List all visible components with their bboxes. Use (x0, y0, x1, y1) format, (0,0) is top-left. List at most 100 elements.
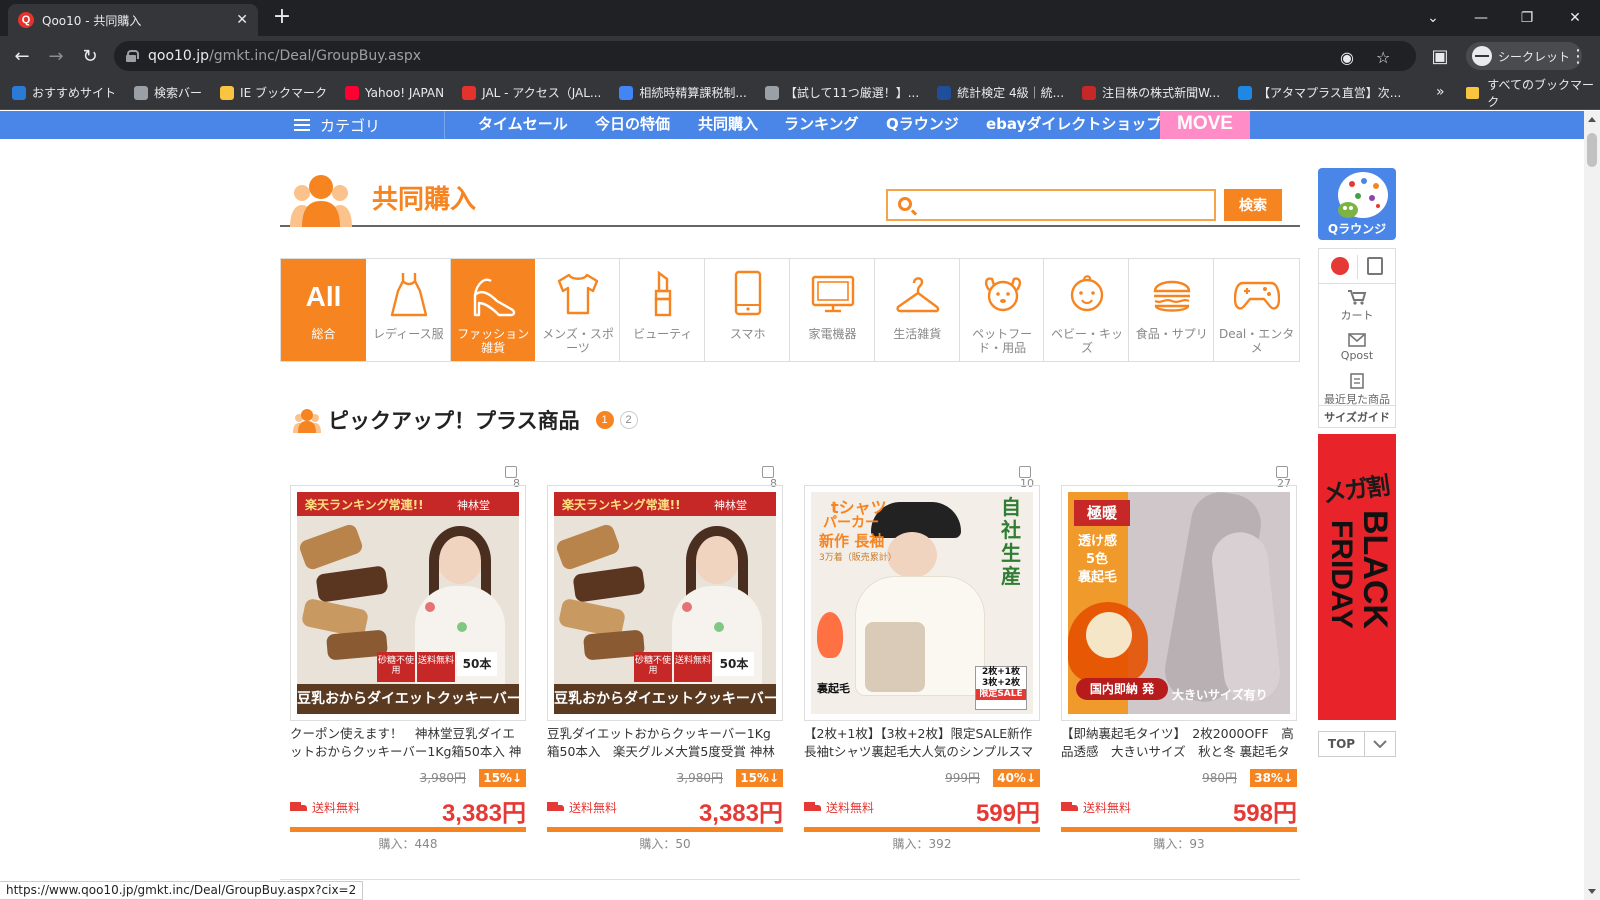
close-tab-icon[interactable]: ✕ (236, 12, 248, 28)
category-tab[interactable]: ペットフード・用品 (960, 259, 1045, 361)
category-tab[interactable]: メンズ・スポーツ (535, 259, 621, 361)
product-image-frame[interactable]: 楽天ランキング常連!! 神林堂 砂糖不使用 送料無料 50本 豆乳おからダイエットクッキー… (290, 485, 526, 721)
product-image-frame[interactable]: 極暖 透け感 5色 裏起毛 国内即納 発大きいサイズ有り (1061, 485, 1297, 721)
scroll-up-arrow-icon[interactable] (1588, 117, 1596, 122)
category-tab[interactable]: ベビー・キッズ (1044, 259, 1130, 361)
category-tab[interactable]: レディース服 (366, 259, 451, 361)
bookmark-item[interactable]: 統計検定 4級｜統... (937, 84, 1064, 101)
top-button[interactable]: TOP (1319, 732, 1365, 756)
category-menu-button[interactable]: カテゴリ (294, 111, 380, 139)
pickup-page-1[interactable]: 1 (595, 411, 614, 429)
bookmark-item[interactable]: 検索バー (134, 84, 202, 101)
product-image-frame[interactable]: tシャツ パーカー 新作 長袖 3万着（販売累計） 自社生産 裏起毛 2枚+1枚 3枚+2枚限… (804, 485, 1040, 721)
globe-icon (764, 85, 779, 100)
qlounge-button[interactable]: Qラウンジ (1318, 168, 1396, 240)
moneybag-icon[interactable] (1331, 257, 1349, 275)
bookmark-item[interactable]: 【試して11つ厳選！】... (764, 84, 920, 101)
heel-icon (473, 278, 515, 317)
chevron-down-icon[interactable] (1365, 732, 1395, 756)
category-tab[interactable]: All 総合 (281, 259, 366, 361)
pickup-page-2[interactable]: 2 (619, 411, 638, 429)
page-scrollbar[interactable] (1584, 111, 1600, 900)
product-name[interactable]: 【即納裏起毛タイツ】 2枚2000OFF 高品透感 大きいサイズ 秋と冬 裏起毛… (1061, 725, 1297, 763)
kabu-icon (1082, 85, 1097, 100)
free-shipping: 送料無料 (547, 799, 617, 816)
divider (1319, 283, 1395, 284)
product-card[interactable]: 8 楽天ランキング常連!! 神林堂 砂糖不使用 送料無料 50本 豆乳おからダイエットクッキ… (547, 466, 783, 851)
black-friday-banner[interactable]: メガ割 BLACK FRIDAY (1318, 434, 1396, 720)
bookmark-item[interactable]: Yahoo! JAPAN (344, 85, 444, 100)
address-bar[interactable]: qoo10.jp/gmkt.inc/Deal/GroupBuy.aspx ◉ ☆ (114, 41, 1416, 71)
lock-icon[interactable] (126, 50, 139, 62)
bookmark-item[interactable]: 注目株の株式新聞W... (1082, 84, 1220, 101)
category-tab[interactable]: 生活雑貨 (875, 259, 960, 361)
help-icon[interactable] (1367, 257, 1383, 275)
scroll-down-arrow-icon[interactable] (1588, 889, 1596, 894)
bookmark-item[interactable]: IE ブックマーク (220, 84, 327, 101)
category-tab[interactable]: Deal・エンタメ (1214, 259, 1299, 361)
bookmark-label: 相続時精算課税制... (639, 86, 747, 100)
minimize-button[interactable]: — (1458, 0, 1504, 36)
size-guide-link[interactable]: サイズガイド (1319, 409, 1395, 425)
nav-link-timesale[interactable]: タイムセール (478, 111, 568, 139)
scrollbar-thumb[interactable] (1587, 133, 1597, 167)
cart-button[interactable]: カート (1319, 289, 1395, 323)
category-tab[interactable]: ファッション雑貨 (450, 259, 536, 361)
product-card[interactable]: 8 楽天ランキング常連!! 神林堂 砂糖不使用 送料無料 50本 豆乳おからダイエットクッキ… (290, 466, 526, 851)
url-path: /gmkt.inc/Deal/GroupBuy.aspx (209, 48, 421, 64)
browser-tab-active[interactable]: Q Qoo10 - 共同購入 ✕ (8, 4, 258, 36)
forward-button[interactable]: → (42, 42, 70, 70)
image-caption: 裏起毛 (817, 682, 850, 695)
product-card[interactable]: 10 tシャツ パーカー 新作 長袖 3万着（販売累計） 自社生産 裏起毛 2枚+1枚 3枚+2… (804, 466, 1040, 851)
image-badge: 砂糖不使用 (634, 652, 672, 682)
product-name[interactable]: 【2枚+1枚】【3枚+2枚】限定SALE新作長袖tシャツ裏起毛大人気のシンプルス… (804, 725, 1040, 763)
nav-link-ebay[interactable]: ebayダイレクトショップ (986, 111, 1161, 139)
category-tab[interactable]: ビューティ (620, 259, 706, 361)
image-badge: 国内即納 発 (1076, 678, 1168, 700)
bookmark-label: 【試して11つ厳選！】... (784, 86, 920, 100)
reload-button[interactable]: ↻ (76, 42, 104, 70)
product-name[interactable]: クーポン使えます！ 神林堂豆乳ダイエットおからクッキーバー1Kg箱50本入 神 (290, 725, 526, 763)
banner-black-text: BLACK (1356, 510, 1394, 629)
category-tab[interactable]: スマホ (705, 259, 790, 361)
purchase-progress-bar (1061, 827, 1297, 832)
nav-link-qlounge[interactable]: Qラウンジ (886, 111, 959, 139)
bookmark-item[interactable]: 【アタマプラス直営】次... (1238, 84, 1401, 101)
move-button[interactable]: MOVE (1160, 111, 1250, 139)
tab-search-chevron-icon[interactable]: ⌄ (1410, 0, 1456, 36)
close-window-button[interactable]: ✕ (1552, 0, 1598, 36)
qpost-button[interactable]: Qpost (1319, 333, 1395, 362)
free-shipping-label: 送料無料 (569, 801, 618, 815)
product-image-frame[interactable]: 楽天ランキング常連!! 神林堂 砂糖不使用 送料無料 50本 豆乳おからダイエットクッキー… (547, 485, 783, 721)
bookmark-item[interactable]: 相続時精算課税制... (619, 84, 747, 101)
all-bookmarks-button[interactable]: すべてのブックマーク (1466, 76, 1600, 110)
bookmarks-overflow-button[interactable]: » (1436, 84, 1445, 100)
free-shipping-label: 送料無料 (312, 801, 361, 815)
bookmark-item[interactable]: JAL - アクセス（JAL... (462, 84, 601, 101)
product-name[interactable]: 豆乳ダイエットおからクッキーバー1Kg箱50本入 楽天グルメ大賞5度受賞 神林 (547, 725, 783, 763)
bookmark-item[interactable]: おすすめサイト (12, 84, 116, 101)
recent-items-button[interactable]: 最近見た商品 (1319, 373, 1395, 407)
back-button[interactable]: ← (8, 42, 36, 70)
purchase-count: 購入：448 (378, 837, 438, 851)
nav-link-groupbuy[interactable]: 共同購入 (698, 111, 758, 139)
category-tab[interactable]: 家電機器 (790, 259, 875, 361)
banner-friday-text: FRIDAY (1325, 520, 1358, 629)
shipping-price-row: 送料無料 3,383円 (547, 793, 783, 827)
restore-button[interactable]: ❐ (1504, 0, 1550, 36)
search-input[interactable] (922, 195, 1202, 215)
category-label: ペットフード・用品 (972, 327, 1033, 355)
nav-link-todays-deal[interactable]: 今日の特価 (595, 111, 670, 139)
bookmark-star-icon[interactable]: ☆ (1376, 48, 1390, 67)
search-button[interactable]: 検索 (1224, 189, 1282, 221)
category-label: 生活雑貨 (893, 327, 942, 341)
side-panel-icon[interactable]: ▣ (1426, 42, 1454, 70)
eye-off-icon[interactable]: ◉ (1340, 48, 1354, 67)
category-tab[interactable]: 食品・サプリ (1129, 259, 1215, 361)
product-card[interactable]: 27 極暖 透け感 5色 裏起毛 国内即納 発大きいサイズ有り 【即納裏起毛タイツ】 2枚2… (1061, 466, 1297, 851)
new-tab-button[interactable]: + (268, 6, 296, 30)
menu-kebab-icon[interactable]: ⋮ (1564, 42, 1592, 70)
browser-toolbar: ← → ↻ qoo10.jp/gmkt.inc/Deal/GroupBuy.as… (0, 36, 1600, 76)
nav-link-ranking[interactable]: ランキング (784, 111, 859, 139)
discount-badge: 40%↓ (993, 769, 1040, 787)
